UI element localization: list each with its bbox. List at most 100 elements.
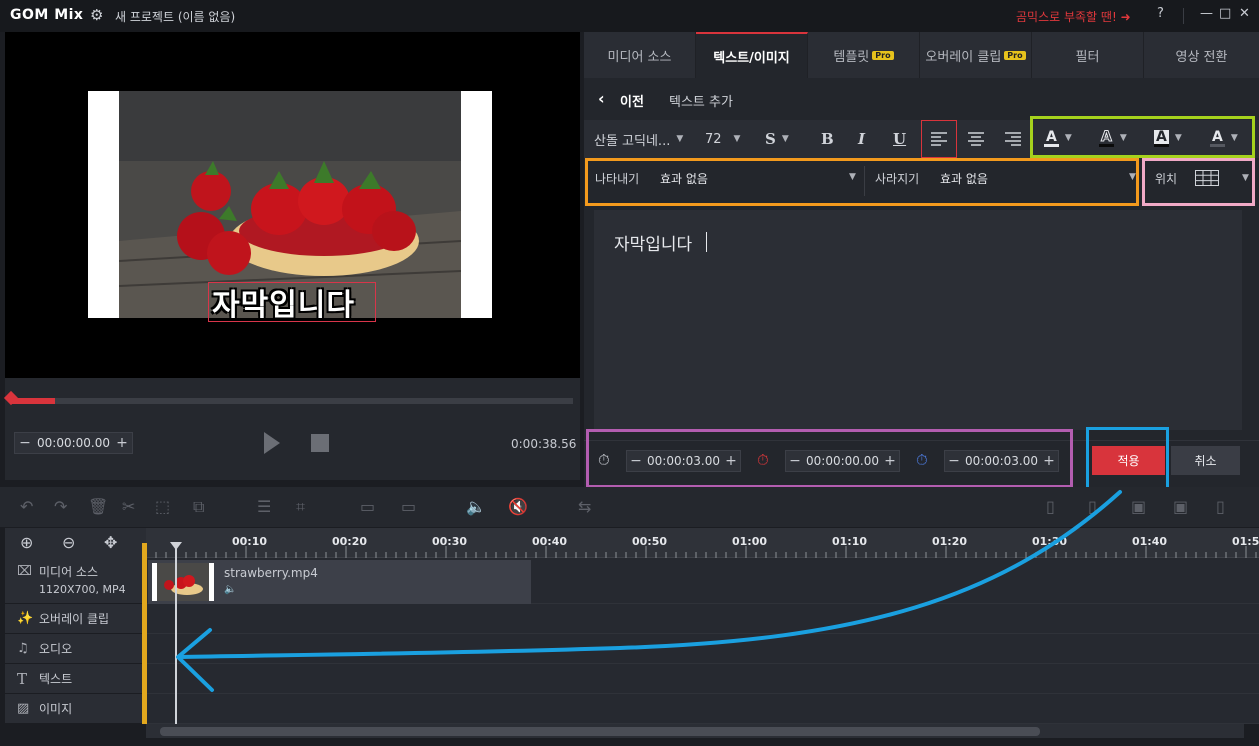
preview-subtitle[interactable]: 자막입니다 (212, 280, 355, 324)
timeline-scrollbar-thumb[interactable] (160, 727, 1040, 736)
ruler-label: 01:50 (1232, 535, 1259, 548)
output-icon[interactable]: ▯ (1216, 497, 1225, 516)
volume-icon[interactable]: 🔈 (466, 497, 486, 516)
tab-media-source[interactable]: 미디어 소스 (584, 32, 696, 78)
import-icon[interactable]: ▯ (1088, 497, 1097, 516)
help-button[interactable]: ? (1157, 6, 1164, 21)
track-label-text: T 텍스트 (5, 664, 146, 694)
position-grid-icon[interactable] (1195, 170, 1219, 189)
stop-button[interactable] (311, 434, 329, 452)
maximize-button[interactable]: □ (1219, 6, 1231, 21)
pro-badge: Pro (872, 50, 894, 60)
text-cursor (706, 232, 707, 252)
bold-button[interactable]: B (821, 120, 834, 158)
plus-icon[interactable]: + (722, 451, 740, 471)
back-chevron-icon[interactable]: ‹ (598, 89, 605, 108)
minus-icon[interactable]: − (945, 451, 963, 471)
redo-icon[interactable]: ↷ (54, 497, 67, 516)
background-color-button[interactable]: A ▼ (1154, 122, 1182, 154)
divider (864, 166, 865, 196)
split-icon[interactable]: ⧉ (193, 497, 204, 517)
plus-icon[interactable]: + (881, 451, 899, 471)
align-right-icon[interactable] (995, 120, 1031, 158)
minus-icon[interactable]: − (15, 433, 35, 453)
tab-text-image[interactable]: 텍스트/이미지 (696, 32, 808, 78)
film-icon: ⌧ (17, 564, 32, 579)
undo-icon[interactable]: ↶ (20, 497, 33, 516)
ruler-label: 01:20 (932, 535, 968, 548)
image-edit-icon[interactable]: ▭ (401, 497, 416, 516)
font-size-select[interactable]: 72 ▼ (705, 120, 750, 158)
disappear-effect-select[interactable]: 효과 없음 ▼ (940, 170, 1140, 187)
close-button[interactable]: ✕ (1239, 6, 1250, 21)
style-select[interactable]: S ▼ (765, 120, 801, 158)
time-ruler[interactable] (145, 528, 1259, 558)
tab-transition[interactable]: 영상 전환 (1144, 32, 1259, 78)
duration-stopwatch-icon: ⏱ (598, 451, 610, 469)
align-center-icon[interactable] (958, 120, 994, 158)
appear-label: 나타내기 (595, 172, 640, 186)
end-time-icon: ⏱ (916, 451, 928, 469)
cancel-button[interactable]: 취소 (1171, 446, 1240, 475)
appear-effect-select[interactable]: 효과 없음 ▼ (660, 170, 860, 187)
text-color-button[interactable]: A ▼ (1044, 122, 1072, 154)
tab-filter[interactable]: 필터 (1032, 32, 1144, 78)
seek-bar[interactable] (10, 398, 573, 404)
subtitle-text-value[interactable]: 자막입니다 (614, 230, 692, 255)
track-label-overlay: ✨ 오버레이 클립 (5, 604, 146, 634)
ruler-label: 01:00 (732, 535, 768, 548)
font-select[interactable]: 산돌 고딕네... ▼ (594, 120, 694, 158)
crop-icon[interactable]: ⌗ (296, 497, 305, 517)
tab-overlay-clip[interactable]: 오버레이 클립 Pro (920, 32, 1032, 78)
transition-icon[interactable]: ⇆ (578, 497, 591, 516)
track-text[interactable] (146, 664, 1259, 694)
track-overlay[interactable] (146, 604, 1259, 634)
play-button[interactable] (264, 432, 280, 454)
chevron-down-icon: ▼ (1230, 133, 1238, 143)
current-time[interactable]: 00:00:00.00 (35, 436, 112, 450)
ruler-label: 00:20 (332, 535, 368, 548)
align-left-icon[interactable] (921, 120, 957, 158)
cut-icon[interactable]: ✂ (122, 497, 135, 516)
plus-icon[interactable]: + (1040, 451, 1058, 471)
chevron-down-icon[interactable]: ▼ (1242, 173, 1249, 183)
export-icon[interactable]: ▯ (1046, 497, 1055, 516)
text-icon: T (17, 669, 28, 688)
ruler-label: 01:40 (1132, 535, 1168, 548)
ruler-label: 00:30 (432, 535, 468, 548)
gear-icon[interactable]: ⚙ (90, 6, 103, 24)
mute-icon[interactable]: 🔇 (508, 497, 528, 516)
outline-color-button[interactable]: A ▼ (1099, 122, 1127, 154)
zoom-in-icon[interactable]: ⊕ (20, 533, 33, 552)
track-image[interactable] (146, 694, 1259, 724)
back-button[interactable]: 이전 (620, 91, 644, 110)
duration-time[interactable]: 00:00:03.00 (645, 454, 722, 468)
playhead[interactable] (175, 544, 177, 724)
ruler-label: 01:30 (1032, 535, 1068, 548)
save-as-icon[interactable]: ▣ (1173, 497, 1188, 516)
disappear-label: 사라지기 (875, 172, 920, 186)
underline-button[interactable]: U (893, 120, 906, 158)
fit-icon[interactable]: ✥ (104, 533, 117, 552)
shadow-color-button[interactable]: A ▼ (1210, 122, 1238, 154)
track-label-audio: ♫ 오디오 (5, 634, 146, 664)
italic-button[interactable]: I (858, 120, 865, 158)
clip-thumbnail-image (157, 563, 209, 601)
image-icon[interactable]: ▭ (360, 497, 375, 516)
delete-icon[interactable]: 🗑 (88, 497, 108, 516)
tab-template[interactable]: 템플릿 Pro (808, 32, 920, 78)
track-audio[interactable] (146, 634, 1259, 664)
end-time[interactable]: 00:00:03.00 (963, 454, 1040, 468)
apply-button[interactable]: 적용 (1092, 446, 1165, 475)
save-icon[interactable]: ▣ (1131, 497, 1146, 516)
zoom-out-icon[interactable]: ⊖ (62, 533, 75, 552)
select-icon[interactable]: ⬚ (155, 497, 170, 516)
minus-icon[interactable]: − (627, 451, 645, 471)
promo-link[interactable]: 곰믹스로 부족할 땐! ➜ (1016, 8, 1131, 25)
plus-icon[interactable]: + (112, 433, 132, 453)
start-time[interactable]: 00:00:00.00 (804, 454, 881, 468)
minus-icon[interactable]: − (786, 451, 804, 471)
gom-mix-app: GOM Mix ⚙ 새 프로젝트 (이름 없음) 곰믹스로 부족할 땐! ➜ ?… (0, 0, 1259, 746)
minimize-button[interactable]: — (1200, 6, 1213, 21)
adjust-icon[interactable]: ☰ (257, 497, 271, 516)
